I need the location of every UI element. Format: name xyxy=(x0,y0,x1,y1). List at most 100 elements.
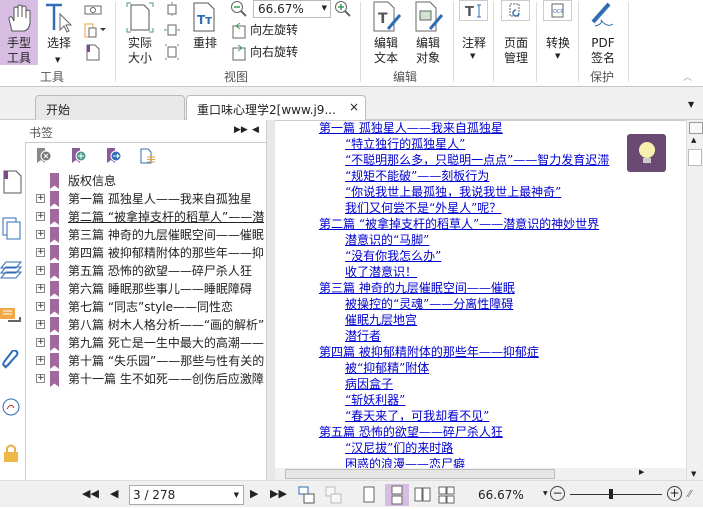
pdf-sign-button[interactable]: PDF 签名 xyxy=(584,36,622,66)
bookmark-item[interactable]: + 第二篇 “被拿掉支杆的稻草人”——潜意识的神妙世界 xyxy=(36,208,264,226)
bookmark-item[interactable]: + 第十篇 “失乐园”——那些与性有关的 xyxy=(36,352,264,370)
bookmark-item[interactable]: 版权信息 xyxy=(36,172,264,190)
toc-link[interactable]: 被“抑郁精”附体 xyxy=(345,361,429,376)
select-button[interactable]: 选择 xyxy=(42,36,76,51)
delete-bookmark-icon[interactable] xyxy=(36,148,52,164)
page-thumbnail-icon[interactable] xyxy=(2,170,22,194)
zoom-in-icon[interactable] xyxy=(334,0,352,18)
prev-page-button[interactable]: ◀ xyxy=(110,487,118,500)
bookmark-item[interactable]: + 第五篇 恐怖的欲望——碎尸杀人狂 xyxy=(36,262,264,280)
convert-button[interactable]: 转换 xyxy=(541,36,575,51)
toc-link[interactable]: 第四篇 被抑郁精附体的那些年——抑郁症 xyxy=(319,345,539,360)
toc-link[interactable]: “斩妖利器” xyxy=(345,393,405,408)
tab-list-icon[interactable]: ▼ xyxy=(688,100,694,109)
expand-icon[interactable]: + xyxy=(36,302,45,311)
bookmark-item[interactable]: + 第三篇 神奇的九层催眠空间——催眠 xyxy=(36,226,264,244)
signature-panel-icon[interactable] xyxy=(2,398,22,418)
comments-icon[interactable] xyxy=(0,308,22,328)
toc-link[interactable]: “特立独行的孤独星人” xyxy=(345,137,465,152)
toc-link[interactable]: 第一篇 孤独星人——我来自孤独星 xyxy=(319,121,503,136)
toc-link[interactable]: “没有你我怎么办” xyxy=(345,249,441,264)
layers-icon[interactable] xyxy=(0,260,22,280)
scroll-thumb[interactable] xyxy=(688,149,702,166)
zoom-select[interactable]: 66.67% ▼ xyxy=(253,0,331,18)
previous-view-icon[interactable] xyxy=(298,486,316,504)
clipboard-icon[interactable] xyxy=(84,22,108,38)
attachment-icon[interactable] xyxy=(1,350,21,372)
horizontal-scrollbar[interactable]: ▶ xyxy=(275,468,686,480)
toc-link[interactable]: “规矩不能破”——刻板行为 xyxy=(345,169,489,184)
edit-text-button[interactable]: 编辑 文本 xyxy=(368,36,404,66)
rotate-right-button[interactable]: 向右旋转 xyxy=(250,45,298,60)
toc-link[interactable]: “你说我世上最孤独，我说我世上最神奇” xyxy=(345,185,561,200)
zoom-out-icon[interactable] xyxy=(230,0,248,18)
reflow-button[interactable]: 重排 xyxy=(190,36,220,51)
zoom-slider[interactable] xyxy=(570,494,662,495)
expand-icon[interactable]: + xyxy=(36,338,45,347)
scroll-down-icon[interactable]: ▼ xyxy=(691,470,696,478)
toc-link[interactable]: “汉尼拔”们的来时路 xyxy=(345,441,453,456)
bookmarks-icon[interactable] xyxy=(2,217,22,241)
page-manage-button[interactable]: 页面 管理 xyxy=(496,36,536,66)
zoom-out-button[interactable]: − xyxy=(550,486,565,501)
bookmark-item[interactable]: + 第四篇 被抑郁精附体的那些年——抑郁症 xyxy=(36,244,264,262)
panel-splitter[interactable] xyxy=(266,120,275,480)
page-input[interactable]: 3 / 278 ▼ xyxy=(129,485,244,505)
bookmark-item[interactable]: + 第八篇 树木人格分析——“画的解析” xyxy=(36,316,264,334)
actual-size-button[interactable]: 实际 大小 xyxy=(122,36,158,66)
toc-link[interactable]: 收了潜意识！ xyxy=(345,265,417,280)
panel-expand-icon[interactable]: ▶▶ xyxy=(234,125,248,135)
toc-link[interactable]: 被操控的“灵魂”——分离性障碍 xyxy=(345,297,513,312)
camera-icon[interactable] xyxy=(84,3,102,15)
expand-icon[interactable]: + xyxy=(36,374,45,383)
zoom-dropdown-icon[interactable]: ▼ xyxy=(543,490,548,497)
panel-collapse-icon[interactable]: ◀ xyxy=(252,125,259,135)
fit-page-icon[interactable] xyxy=(164,2,180,16)
resize-grip-icon[interactable]: ⁄⁄ xyxy=(688,489,691,500)
hscroll-thumb[interactable] xyxy=(285,469,555,479)
bookmark-item[interactable]: + 第六篇 睡眠那些事儿——睡眠障碍 xyxy=(36,280,264,298)
toc-link[interactable]: 我们又何尝不是“外星人”呢？ xyxy=(345,201,501,216)
expand-icon[interactable]: + xyxy=(36,320,45,329)
toc-link[interactable]: 第三篇 神奇的九层催眠空间——催眠 xyxy=(319,281,515,296)
toc-link[interactable]: 第二篇 “被拿掉支杆的稻草人”——潜意识的神妙世界 xyxy=(319,217,599,232)
bookmark-item[interactable]: + 第一篇 孤独星人——我来自孤独星 xyxy=(36,190,264,208)
toc-link[interactable]: “不聪明那么多，只聪明一点点”——智力发育迟滞 xyxy=(345,153,609,168)
tips-button[interactable] xyxy=(627,134,666,172)
expand-icon[interactable]: + xyxy=(36,230,45,239)
goto-bookmark-icon[interactable] xyxy=(106,148,122,164)
bookmark-properties-icon[interactable] xyxy=(140,148,156,164)
scroll-up-icon[interactable]: ▲ xyxy=(691,136,696,144)
facing-page-icon[interactable] xyxy=(414,486,432,504)
bookmark-item[interactable]: + 第十一篇 生不如死——创伤后应激障碍 xyxy=(36,370,264,388)
annotate-button[interactable]: 注释 xyxy=(459,36,489,51)
zoom-slider-thumb[interactable] xyxy=(609,489,614,499)
single-page-icon[interactable] xyxy=(362,486,376,504)
add-bookmark-icon[interactable] xyxy=(71,148,87,164)
toc-link[interactable]: 潜行者 xyxy=(345,329,381,344)
edit-object-button[interactable]: 编辑 对象 xyxy=(410,36,446,66)
expand-icon[interactable]: + xyxy=(36,284,45,293)
toc-link[interactable]: 催眠九层地宫 xyxy=(345,313,417,328)
fit-visible-icon[interactable] xyxy=(164,44,180,60)
expand-icon[interactable]: + xyxy=(36,248,45,257)
next-page-button[interactable]: ▶ xyxy=(250,487,258,500)
close-icon[interactable]: × xyxy=(349,100,359,114)
expand-icon[interactable]: + xyxy=(36,356,45,365)
vertical-scrollbar[interactable]: ▲ ▼ xyxy=(686,120,703,480)
first-page-button[interactable]: ◀◀ xyxy=(82,487,99,500)
bookmark-item[interactable]: + 第九篇 死亡是一生中最大的高潮—— xyxy=(36,334,264,352)
tab-document[interactable]: 重口味心理学2[www.j9... × xyxy=(186,95,366,121)
fit-width-icon[interactable] xyxy=(164,23,180,37)
bookmark-item[interactable]: + 第七篇 “同志”style——同性恋 xyxy=(36,298,264,316)
tab-start[interactable]: 开始 xyxy=(35,95,185,120)
continuous-page-button[interactable] xyxy=(385,484,409,506)
continuous-facing-icon[interactable] xyxy=(438,486,456,504)
toc-link[interactable]: 潜意识的“马脚” xyxy=(345,233,429,248)
toc-link[interactable]: “春天来了，可我却看不见” xyxy=(345,409,489,424)
toc-link[interactable]: 困惑的浪漫——恋尸癖 xyxy=(345,457,465,468)
zoom-in-button[interactable]: + xyxy=(667,486,682,501)
expand-icon[interactable]: + xyxy=(36,194,45,203)
rotate-left-button[interactable]: 向左旋转 xyxy=(250,23,298,38)
next-view-icon[interactable] xyxy=(325,486,343,504)
